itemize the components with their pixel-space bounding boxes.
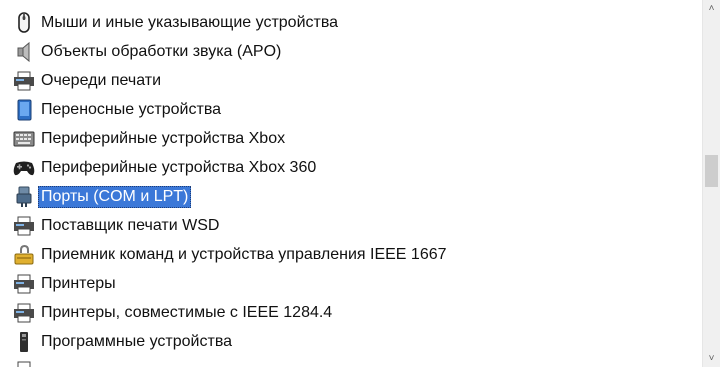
scroll-up-button[interactable]: ˄ xyxy=(703,0,720,17)
tree-item-label: Периферийные устройства Xbox xyxy=(41,130,286,147)
tree-item-portable-devices[interactable]: Переносные устройства xyxy=(12,97,224,123)
tree-item-label: Программные устройства xyxy=(41,333,233,350)
xbox-peripheral-icon xyxy=(12,127,36,151)
tree-item-ieee1284-printers[interactable]: Принтеры, совместимые с IEEE 1284.4 xyxy=(12,300,335,326)
tree-item-label: Объекты обработки звука (APO) xyxy=(41,43,282,60)
printer-icon xyxy=(12,69,36,93)
tree-item-mice[interactable]: Мыши и иные указывающие устройства xyxy=(12,10,341,36)
tree-item-label: Переносные устройства xyxy=(41,101,222,118)
portable-device-icon xyxy=(12,98,36,122)
tree-item-xbox-peripherals[interactable]: Периферийные устройства Xbox xyxy=(12,126,288,152)
tree-item-label: Поставщик печати WSD xyxy=(41,217,220,234)
tree-item-label: Мыши и иные указывающие устройства xyxy=(41,14,339,31)
printer-icon xyxy=(12,214,36,238)
mouse-icon xyxy=(12,11,36,35)
tree-item-label: Периферийные устройства Xbox 360 xyxy=(41,159,317,176)
vertical-scrollbar[interactable]: ˄ ˅ xyxy=(702,0,720,367)
tree-item-partial[interactable] xyxy=(12,358,44,367)
tree-item-audio-apo[interactable]: Объекты обработки звука (APO) xyxy=(12,39,284,65)
tree-item-ieee1667[interactable]: Приемник команд и устройства управления … xyxy=(12,242,450,268)
tree-item-software-devices[interactable]: Программные устройства xyxy=(12,329,235,355)
tree-item-xbox360-peripherals[interactable]: Периферийные устройства Xbox 360 xyxy=(12,155,319,181)
scroll-down-button[interactable]: ˅ xyxy=(703,350,720,367)
tree-item-label: Принтеры xyxy=(41,275,116,292)
port-icon xyxy=(12,185,36,209)
security-device-icon xyxy=(12,243,36,267)
tree-item-label: Приемник команд и устройства управления … xyxy=(41,246,447,263)
tree-item-printers[interactable]: Принтеры xyxy=(12,271,119,297)
device-manager-window: Мыши и иные указывающие устройства Объек… xyxy=(0,0,720,367)
software-device-icon xyxy=(12,330,36,354)
speaker-icon xyxy=(12,40,36,64)
tree-item-label: Очереди печати xyxy=(41,72,162,89)
tree-item-ports-com-lpt[interactable]: Порты (COM и LPT) xyxy=(12,184,192,210)
printer-icon xyxy=(12,359,36,367)
device-tree: Мыши и иные указывающие устройства Объек… xyxy=(0,0,703,367)
tree-item-wsd-print-provider[interactable]: Поставщик печати WSD xyxy=(12,213,222,239)
scrollbar-thumb[interactable] xyxy=(705,155,718,187)
tree-item-label: Принтеры, совместимые с IEEE 1284.4 xyxy=(41,304,333,321)
tree-item-print-queues[interactable]: Очереди печати xyxy=(12,68,164,94)
printer-icon xyxy=(12,301,36,325)
gamepad-icon xyxy=(12,156,36,180)
tree-item-label: Порты (COM и LPT) xyxy=(38,186,192,208)
printer-icon xyxy=(12,272,36,296)
